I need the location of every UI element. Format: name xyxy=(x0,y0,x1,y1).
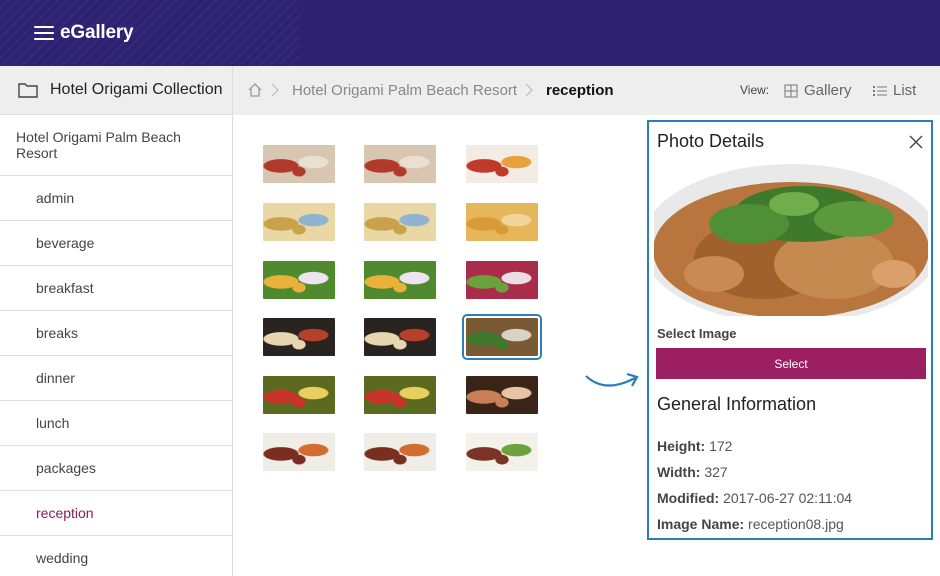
select-button[interactable]: Select xyxy=(656,348,926,379)
view-gallery-button[interactable]: Gallery xyxy=(784,82,852,99)
chevron-right-icon xyxy=(271,83,279,97)
curved-arrow-icon xyxy=(585,372,639,387)
info-row: Width: 327 xyxy=(657,464,728,480)
thumbnail-image[interactable] xyxy=(364,261,436,299)
thumbnail-image[interactable] xyxy=(466,433,538,471)
sidebar: Hotel Origami Collection Hotel Origami P… xyxy=(0,66,233,576)
thumbnail-image[interactable] xyxy=(263,376,335,414)
thumbnail-image[interactable] xyxy=(462,314,542,360)
sidebar-item-breakfast[interactable]: breakfast xyxy=(0,266,232,311)
info-label: Height: xyxy=(657,438,706,454)
info-value: 172 xyxy=(709,438,733,454)
thumbnail-image[interactable] xyxy=(364,433,436,471)
general-information-title: General Information xyxy=(657,394,817,414)
thumbnail-image[interactable] xyxy=(263,318,335,356)
breadcrumb-item-resort[interactable]: Hotel Origami Palm Beach Resort xyxy=(292,82,517,99)
thumbnail-image[interactable] xyxy=(263,145,335,183)
sidebar-item-wedding[interactable]: wedding xyxy=(0,536,232,576)
breadcrumb-item-current: reception xyxy=(546,82,614,99)
sidebar-root-item[interactable]: Hotel Origami Palm Beach Resort xyxy=(0,115,232,176)
sidebar-header: Hotel Origami Collection xyxy=(0,66,232,115)
photo-details-panel: Photo Details Select Image Select Genera… xyxy=(647,120,933,540)
sidebar-item-dinner[interactable]: dinner xyxy=(0,356,232,401)
info-row: Image Name: reception08.jpg xyxy=(657,516,844,532)
thumbnail-image[interactable] xyxy=(364,318,436,356)
breadcrumb: Hotel Origami Palm Beach Resort receptio… xyxy=(233,66,940,115)
thumbnail-image[interactable] xyxy=(263,433,335,471)
close-icon[interactable] xyxy=(908,134,924,150)
thumbnail-image[interactable] xyxy=(364,376,436,414)
thumbnail-image[interactable] xyxy=(466,203,538,241)
details-title: Photo Details xyxy=(657,131,765,151)
selected-photo-preview xyxy=(654,164,928,316)
sidebar-item-packages[interactable]: packages xyxy=(0,446,232,491)
top-bar: eGallery xyxy=(0,0,940,66)
thumbnail-image[interactable] xyxy=(263,203,335,241)
thumbnail-image[interactable] xyxy=(466,145,538,183)
info-label: Width: xyxy=(657,464,701,480)
info-label: Image Name: xyxy=(657,516,745,532)
sidebar-item-breaks[interactable]: breaks xyxy=(0,311,232,356)
info-row: Height: 172 xyxy=(657,438,732,454)
menu-icon[interactable] xyxy=(34,26,54,42)
thumbnail-image[interactable] xyxy=(364,203,436,241)
collection-title: Hotel Origami Collection xyxy=(50,81,223,98)
info-value: 327 xyxy=(704,464,728,480)
info-value: reception08.jpg xyxy=(748,516,844,532)
thumbnail-image[interactable] xyxy=(466,261,538,299)
view-label: View: xyxy=(740,83,770,97)
sidebar-item-reception[interactable]: reception xyxy=(0,491,232,536)
sidebar-item-admin[interactable]: admin xyxy=(0,176,232,221)
brand-logo: eGallery xyxy=(60,22,134,43)
thumbnail-image[interactable] xyxy=(364,145,436,183)
select-image-label: Select Image xyxy=(657,326,737,341)
sidebar-item-lunch[interactable]: lunch xyxy=(0,401,232,446)
info-value: 2017-06-27 02:11:04 xyxy=(723,490,853,506)
view-list-button[interactable]: List xyxy=(873,82,916,99)
thumbnail-image[interactable] xyxy=(263,261,335,299)
info-row: Modified: 2017-06-27 02:11:04 xyxy=(657,490,852,506)
chevron-right-icon xyxy=(525,83,533,97)
view-gallery-label: Gallery xyxy=(804,82,852,99)
thumbnail-image[interactable] xyxy=(466,376,538,414)
sidebar-item-beverage[interactable]: beverage xyxy=(0,221,232,266)
info-label: Modified: xyxy=(657,490,720,506)
thumbnail-grid xyxy=(233,115,643,576)
view-list-label: List xyxy=(893,82,917,99)
grid-icon xyxy=(784,84,798,97)
folder-icon xyxy=(18,83,38,98)
list-icon xyxy=(873,85,887,96)
home-icon[interactable] xyxy=(247,82,263,98)
